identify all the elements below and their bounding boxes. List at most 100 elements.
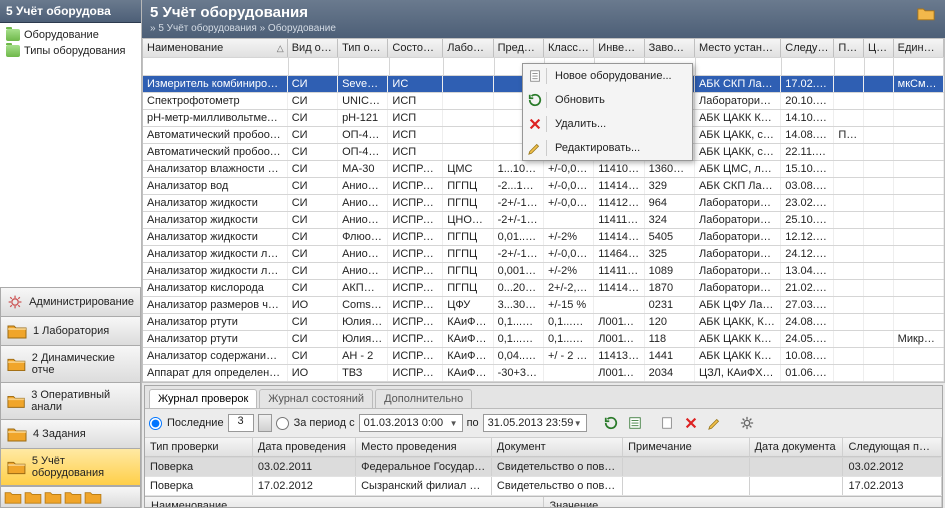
column-header[interactable]: Тип обор... (338, 39, 388, 57)
nav-label: Администрирование (29, 296, 134, 308)
ctx-delete[interactable]: Удалить... (523, 112, 692, 136)
table-row[interactable]: Анализатор размеров частицИОComsiserИСПР… (143, 297, 944, 314)
journal-column-header[interactable]: Дата проведения (253, 438, 356, 456)
settings-button[interactable] (737, 413, 757, 433)
table-row[interactable]: Анализатор жидкостиСИАнион-4151ИСПРАВНОЦ… (143, 212, 944, 229)
tab[interactable]: Журнал проверок (149, 389, 257, 408)
column-header[interactable]: Лаборато... (443, 39, 493, 57)
spinner[interactable] (258, 414, 272, 432)
filter-cell[interactable] (865, 58, 894, 75)
journal-row[interactable]: Поверка03.02.2011Федеральное Государстве… (145, 458, 942, 477)
nav-3[interactable]: 3 Оперативный анали (0, 382, 141, 419)
column-header[interactable]: Заводско... (645, 39, 695, 57)
table-row[interactable]: Анализатор ртутиСИЮлия -5КИСПРАВНОКАиФХЛ… (143, 331, 944, 348)
table-row[interactable]: Анализатор жидкостиСИФлюорат ...ИСПРАВНО… (143, 229, 944, 246)
tab[interactable]: Журнал состояний (259, 389, 373, 408)
table-row[interactable]: Анализатор жидкости лабораторныйСИАнион-… (143, 263, 944, 280)
cell: 03.08.2013 (781, 178, 834, 194)
table-row[interactable]: Анализатор содержания нефтепродуктов...С… (143, 348, 944, 365)
cell: ИСПРАВНО (388, 297, 443, 313)
ctx-refresh[interactable]: Обновить (523, 88, 692, 112)
filter-cell[interactable] (835, 58, 864, 75)
column-header[interactable]: Наименование△ (143, 39, 288, 57)
table-row[interactable]: Анализатор кислородаСИАКПМ-02ТИСПРАВНОПГ… (143, 280, 944, 297)
journal-column-header[interactable]: Документ (492, 438, 623, 456)
journal-column-header[interactable]: Место проведения (356, 438, 492, 456)
filter-cell[interactable] (143, 58, 289, 75)
nav-1[interactable]: 1 Лаборатория (0, 316, 141, 345)
last-count-input[interactable]: 3 (228, 414, 254, 432)
sort-asc-icon: △ (277, 43, 284, 54)
table-row[interactable]: Анализатор жидкостиСИАнион-4155ИСПРАВНОП… (143, 195, 944, 212)
column-header[interactable]: Цен... (864, 39, 894, 57)
column-header[interactable]: Пределы (494, 39, 544, 57)
cell (834, 246, 864, 262)
cell: 11411052 (594, 263, 644, 279)
column-header[interactable]: Класс точ... (544, 39, 594, 57)
journal-row[interactable]: Поверка17.02.2012Сызранский филиал Федер… (145, 477, 942, 496)
cell: ИСПРАВНО (388, 229, 443, 245)
nav-5[interactable]: 5 Учёт оборудования (0, 448, 141, 486)
filter-cell[interactable] (444, 58, 494, 75)
filter-cell[interactable] (390, 58, 445, 75)
cell (834, 314, 864, 330)
cell: СИ (288, 331, 338, 347)
journal-column-header[interactable]: Тип проверки (145, 438, 253, 456)
folder-icon (7, 356, 26, 372)
bottom-col-name: Наименование (145, 497, 544, 508)
cell: АБК СКП Лаборатория ... (695, 178, 781, 194)
tree-item-equipment-types[interactable]: Типы оборудования (2, 43, 139, 59)
table-row[interactable]: Аппарат для определения температуры вс..… (143, 365, 944, 382)
nav-2[interactable]: 2 Динамические отче (0, 345, 141, 382)
column-header[interactable]: Вид обор... (288, 39, 338, 57)
column-header[interactable]: Состояние (388, 39, 443, 57)
column-header[interactable]: Инвентар... (594, 39, 644, 57)
nav-0[interactable]: Администрирование (0, 287, 141, 316)
cell: Автоматический пробоотборник воздуха (143, 144, 288, 160)
cell: Л0011410... (594, 314, 644, 330)
jcell (623, 477, 750, 495)
filter-cell[interactable] (894, 58, 944, 75)
date-from-input[interactable]: 01.03.2013 0:00▼ (359, 414, 463, 432)
folder-icon (7, 459, 26, 475)
column-header[interactable]: Следующая... (781, 39, 834, 57)
journal-column-header[interactable]: Следующая проверка (843, 438, 942, 456)
bottom-bar: Наименование Значение (145, 496, 942, 508)
delete-button[interactable] (681, 413, 701, 433)
journal-column-header[interactable]: Дата документа (750, 438, 844, 456)
table-row[interactable]: Анализатор влажности МА 30СИМА-30ИСПРАВН… (143, 161, 944, 178)
jcell: 17.02.2012 (253, 477, 356, 495)
cell: 13601482 (645, 161, 695, 177)
refresh-button[interactable] (601, 413, 621, 433)
radio-period[interactable]: За период с (276, 417, 355, 430)
column-header[interactable]: Место установки (695, 39, 781, 57)
cell: 0,1...10,0... (494, 314, 544, 330)
filter-cell[interactable] (339, 58, 389, 75)
tab[interactable]: Дополнительно (375, 389, 472, 408)
table-row[interactable]: Анализатор жидкости лабораторныйСИАнион-… (143, 246, 944, 263)
nav-4[interactable]: 4 Задания (0, 419, 141, 448)
column-header[interactable]: Единицы ... (894, 39, 944, 57)
cell: КАиФХЛ (443, 331, 493, 347)
new-button[interactable] (657, 413, 677, 433)
filter-cell[interactable] (782, 58, 835, 75)
radio-last[interactable]: Последние (149, 417, 224, 430)
export-button[interactable] (625, 413, 645, 433)
edit-icon (527, 140, 547, 156)
filter-cell[interactable] (289, 58, 339, 75)
journal-column-header[interactable]: Примечание (623, 438, 750, 456)
cell: ИСПРАВНО (388, 280, 443, 296)
cell (834, 263, 864, 279)
column-header[interactable]: Пог... (834, 39, 864, 57)
ctx-file[interactable]: Новое оборудование... (523, 64, 692, 88)
tree-item-equipment[interactable]: Оборудование (2, 27, 139, 43)
table-row[interactable]: Анализатор водСИАнион 4151ИСПРАВНОПГПЦ-2… (143, 178, 944, 195)
ctx-edit[interactable]: Редактировать... (523, 136, 692, 160)
cell: -2...14 рН... (494, 178, 544, 194)
table-row[interactable]: Анализатор ртутиСИЮлия -5КИСПРАВНОКАиФХЛ… (143, 314, 944, 331)
filter-cell[interactable] (696, 58, 783, 75)
edit-button[interactable] (705, 413, 725, 433)
date-to-input[interactable]: 31.05.2013 23:59▼ (483, 414, 587, 432)
cell: СИ (288, 110, 338, 126)
cell: ИСПРАВНО (388, 195, 443, 211)
